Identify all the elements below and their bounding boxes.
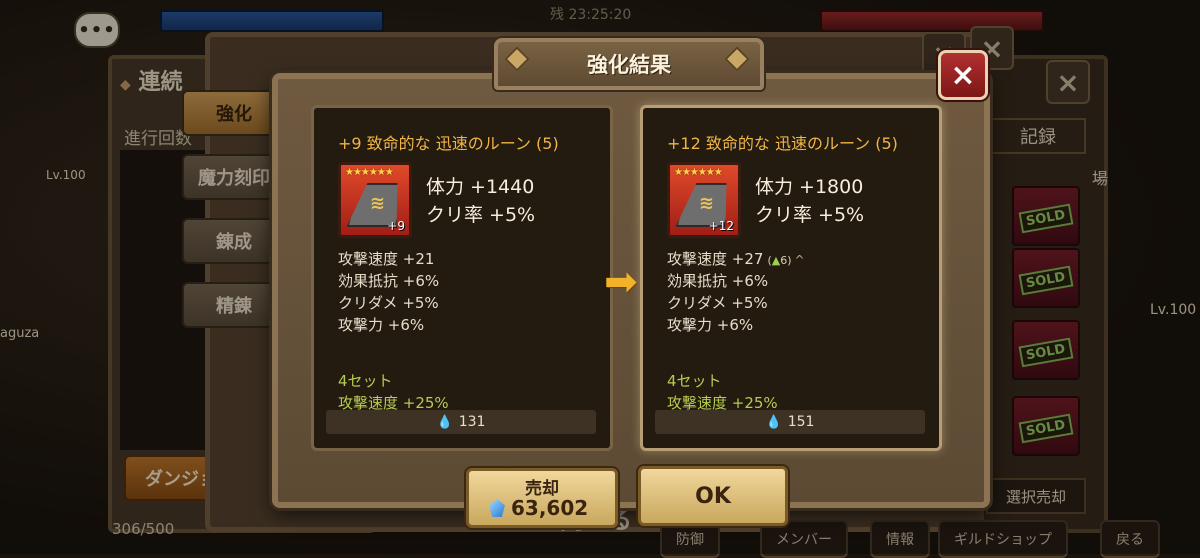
upgrade-amount: 6: [780, 254, 788, 267]
upgrade-triangle-icon: ▲: [771, 254, 781, 267]
swift-rune-icon: ≋: [369, 193, 385, 214]
sub-stat-attack: 攻撃力 +6%: [338, 316, 425, 334]
main-stat-hp: 体力 +1800: [755, 176, 864, 198]
sub-stat-crit-dmg: クリダメ +5%: [667, 294, 768, 312]
main-stat-crit-rate: クリ率 +5%: [426, 204, 536, 226]
mana-drop-icon: 💧: [765, 414, 782, 430]
sell-price: 63,602: [489, 496, 588, 520]
crystal-icon: [489, 499, 505, 517]
set-name: 4セット: [338, 372, 393, 390]
swift-rune-icon: ≋: [698, 193, 714, 214]
sub-stat-resist: 効果抵抗 +6%: [667, 272, 769, 290]
rune-before-name: +9 致命的な 迅速のルーン (5): [338, 134, 559, 153]
main-stat-hp: 体力 +1440: [426, 176, 535, 198]
sell-button[interactable]: 売却 63,602: [466, 468, 618, 528]
mana-value: 131: [458, 414, 486, 430]
rune-before-panel: +9 致命的な 迅速のルーン (5) ★★★★★★ ≋ +9 体力 +1440 …: [311, 105, 613, 451]
close-button[interactable]: ×: [938, 50, 988, 100]
star-rating: ★★★★★★: [674, 167, 723, 178]
rune-after-panel: +12 致命的な 迅速のルーン (5) ★★★★★★ ≋ +12 体力 +180…: [640, 105, 942, 451]
rune-after-icon: ★★★★★★ ≋ +12: [667, 162, 741, 238]
sub-stat-speed-row: 攻撃速度 +27 (▲6) ^: [667, 248, 805, 269]
sub-stat-speed: 攻撃速度 +21: [338, 250, 435, 268]
dialog-title: 強化結果: [587, 53, 671, 77]
main-stat-crit-rate: クリ率 +5%: [755, 204, 865, 226]
dialog-title-tab: 強化結果: [494, 38, 764, 90]
sub-stat-speed: 攻撃速度 +27: [667, 250, 764, 268]
chevron-up-icon: ^: [794, 253, 805, 267]
right-arrow-icon: ➡: [604, 259, 638, 305]
ok-button[interactable]: OK: [638, 466, 788, 526]
sub-stat-resist: 効果抵抗 +6%: [338, 272, 440, 290]
rune-before-icon: ★★★★★★ ≋ +9: [338, 162, 412, 238]
upgrade-indicator: (▲6): [767, 254, 792, 267]
close-x-icon: ×: [950, 57, 976, 93]
rune-after-name: +12 致命的な 迅速のルーン (5): [667, 134, 898, 153]
set-name: 4セット: [667, 372, 722, 390]
rune-level-badge: +9: [387, 219, 405, 233]
mana-value-bar: 💧 131: [326, 410, 596, 434]
sub-stat-attack: 攻撃力 +6%: [667, 316, 754, 334]
mana-drop-icon: 💧: [436, 414, 453, 430]
rune-level-badge: +12: [708, 219, 734, 233]
star-rating: ★★★★★★: [345, 167, 394, 178]
mana-value: 151: [787, 414, 815, 430]
mana-value-bar: 💧 151: [655, 410, 925, 434]
sub-stat-crit-dmg: クリダメ +5%: [338, 294, 439, 312]
